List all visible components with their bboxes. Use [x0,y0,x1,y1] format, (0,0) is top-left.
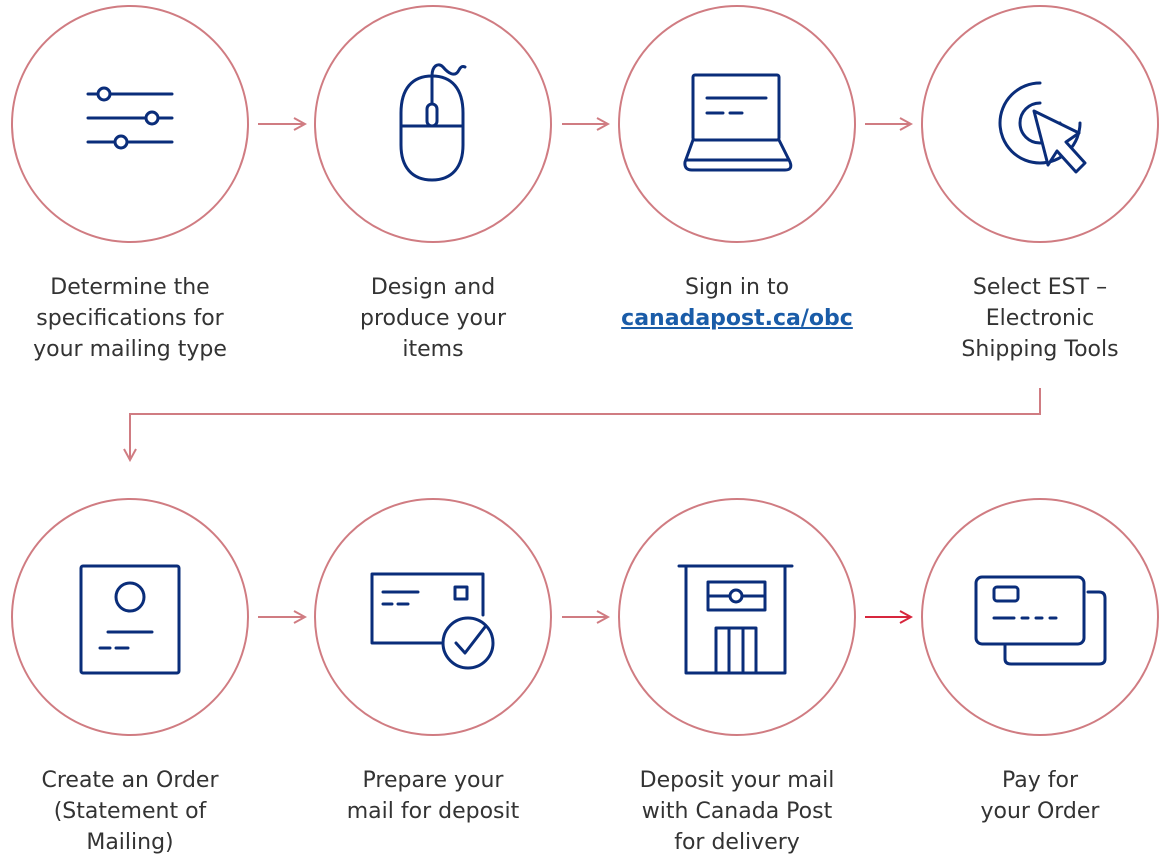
connector-arrow-4-5 [130,388,1041,460]
step-6-line-1: Prepare your [362,768,504,793]
step-5-line-3: Mailing) [86,830,174,855]
mouse-icon [399,63,467,182]
step-5-label: Create an Order (Statement of Mailing) [10,765,250,858]
post-office-icon [677,564,794,675]
step-3-label: Sign in to canadapost.ca/obc [617,272,857,334]
step-8-label: Pay for your Order [920,765,1160,827]
obc-link[interactable]: canadapost.ca/obc [621,306,853,331]
step-7-line-1: Deposit your mail [639,768,835,793]
step-1-circle [11,5,249,243]
step-5-circle [11,498,249,736]
step-4-line-3: Shipping Tools [961,337,1119,362]
step-1-line-3: your mailing type [33,337,227,362]
step-5-line-2: (Statement of [53,799,207,824]
step-1-line-2: specifications for [36,306,224,331]
step-7-label: Deposit your mail with Canada Post for d… [617,765,857,858]
step-4-line-1: Select EST – [972,275,1108,300]
step-8-line-1: Pay for [1001,768,1079,793]
step-2-line-3: items [402,337,464,362]
step-2-circle [314,5,552,243]
step-6-circle [314,498,552,736]
step-6-label: Prepare your mail for deposit [313,765,553,827]
step-8-line-2: your Order [980,799,1100,824]
step-1-label: Determine the specifications for your ma… [10,272,250,365]
step-3-circle [618,5,856,243]
step-4-line-2: Electronic [985,306,1095,331]
order-document-icon [79,564,181,675]
step-2-label: Design and produce your items [313,272,553,365]
envelope-check-icon [370,572,495,670]
flow-graphic [11,5,1159,736]
step-7-line-3: for delivery [674,830,800,855]
click-cursor-icon [998,81,1087,174]
step-7-circle [618,498,856,736]
step-1-line-1: Determine the [50,275,210,300]
step-4-label: Select EST – Electronic Shipping Tools [920,272,1160,365]
step-2-line-2: produce your [360,306,506,331]
step-7-line-2: with Canada Post [641,799,833,824]
step-3-line-1: Sign in to [684,275,790,300]
step-6-line-2: mail for deposit [346,799,520,824]
sliders-icon [86,86,174,150]
laptop-icon [683,73,793,172]
process-flow-diagram: Determine the specifications for your ma… [0,0,1167,857]
step-5-line-1: Create an Order [41,768,219,793]
credit-cards-icon [974,575,1107,666]
step-2-line-1: Design and [370,275,496,300]
